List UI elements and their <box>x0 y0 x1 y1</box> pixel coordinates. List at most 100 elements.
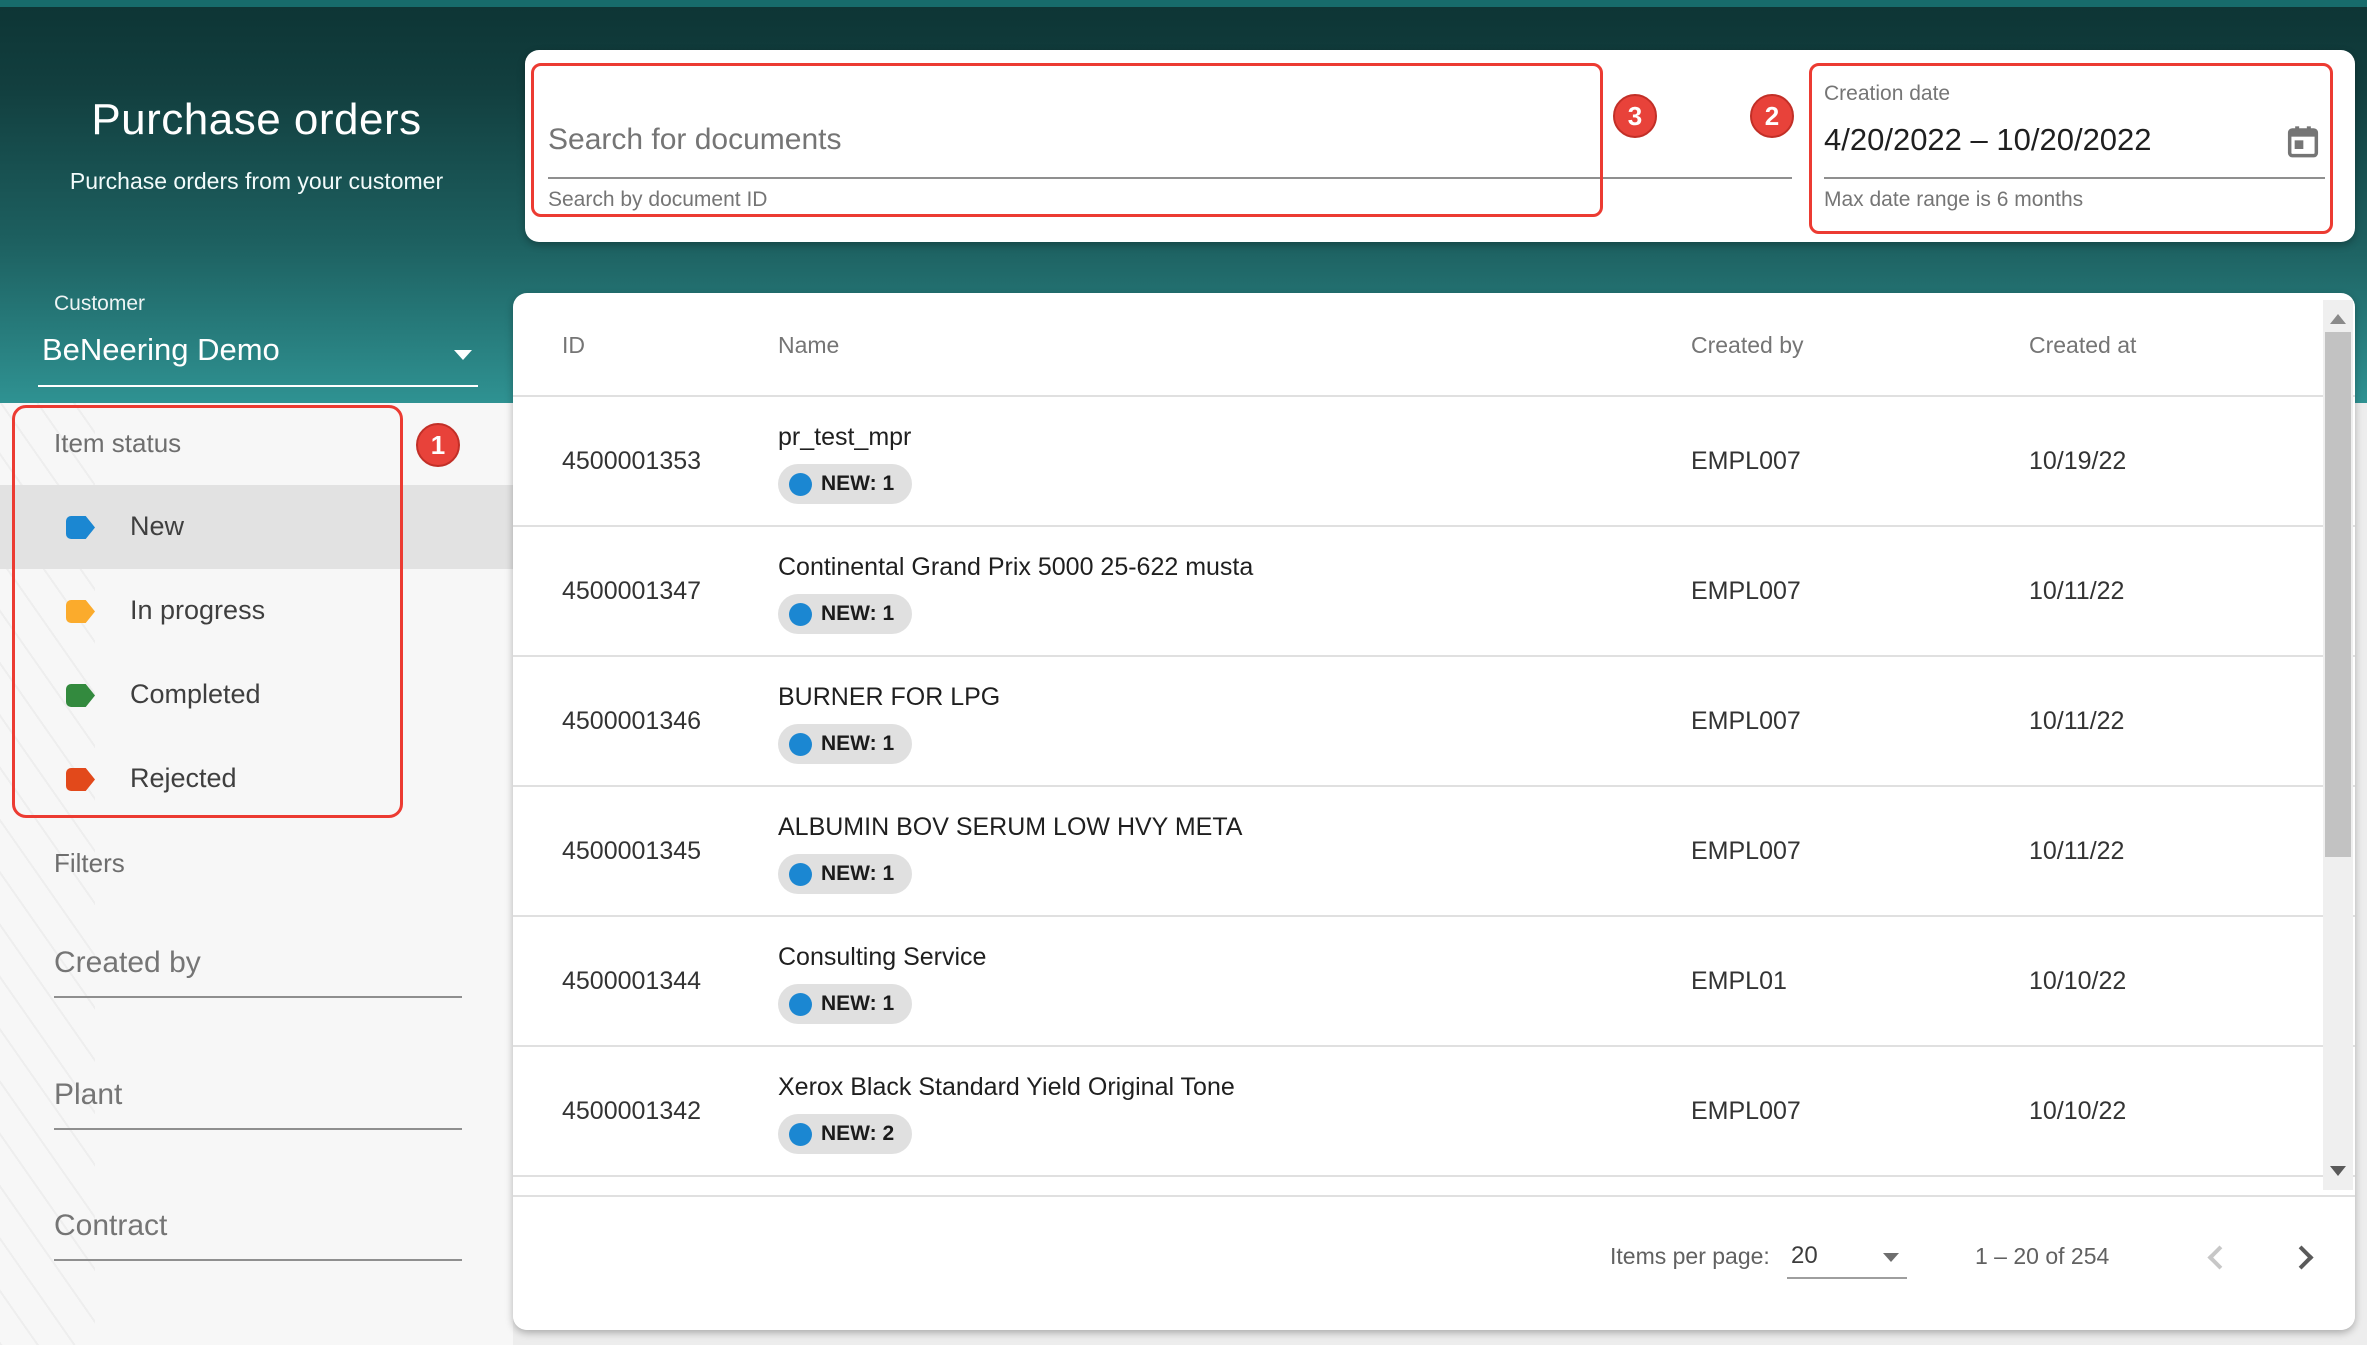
table-body: 4500001353 pr_test_mpr NEW: 1 EMPL007 10… <box>513 397 2355 1177</box>
status-item-label: Completed <box>130 679 261 710</box>
new-status-dot-icon <box>789 733 812 756</box>
items-per-page-label: Items per page: <box>1610 1243 1770 1270</box>
search-toolbar-card: Search for documents Search by document … <box>525 50 2355 242</box>
status-item-label: In progress <box>130 595 265 626</box>
scrollbar-thumb[interactable] <box>2325 332 2351 857</box>
column-header-name: Name <box>778 332 839 359</box>
table-row[interactable]: 4500001347 Continental Grand Prix 5000 2… <box>513 527 2355 657</box>
row-name-cell: ALBUMIN BOV SERUM LOW HVY META NEW: 1 <box>778 813 1242 894</box>
row-created-at: 10/11/22 <box>2029 577 2124 606</box>
status-item-rejected[interactable]: Rejected <box>0 737 513 821</box>
row-created-by: EMPL007 <box>1691 577 1801 606</box>
creation-date-hint: Max date range is 6 months <box>1824 188 2083 212</box>
row-name-cell: pr_test_mpr NEW: 1 <box>778 423 912 504</box>
table-row[interactable]: 4500001346 BURNER FOR LPG NEW: 1 EMPL007… <box>513 657 2355 787</box>
row-name: BURNER FOR LPG <box>778 683 1000 712</box>
table-row[interactable]: 4500001345 ALBUMIN BOV SERUM LOW HVY MET… <box>513 787 2355 917</box>
new-status-dot-icon <box>789 1123 812 1146</box>
row-id: 4500001345 <box>562 837 701 866</box>
table-footer: Items per page: 20 1 – 20 of 254 <box>513 1195 2355 1330</box>
row-created-by: EMPL007 <box>1691 1097 1801 1126</box>
row-created-at: 10/19/22 <box>2029 447 2126 476</box>
plant-filter-input[interactable]: Plant <box>54 1078 462 1130</box>
pagination-range: 1 – 20 of 254 <box>1975 1243 2109 1270</box>
badge-label: NEW: 1 <box>821 862 894 886</box>
vertical-scrollbar[interactable] <box>2323 300 2353 1190</box>
calendar-icon[interactable] <box>2283 122 2323 162</box>
tag-icon <box>66 600 95 623</box>
search-hint: Search by document ID <box>548 188 767 212</box>
row-name: Consulting Service <box>778 943 986 972</box>
status-badge: NEW: 2 <box>778 1114 912 1154</box>
row-id: 4500001344 <box>562 967 701 996</box>
row-created-by: EMPL007 <box>1691 707 1801 736</box>
table-row[interactable]: 4500001342 Xerox Black Standard Yield Or… <box>513 1047 2355 1177</box>
column-header-created-by: Created by <box>1691 332 1804 359</box>
row-created-by: EMPL007 <box>1691 447 1801 476</box>
plant-filter-label: Plant <box>54 1078 122 1112</box>
items-per-page-value: 20 <box>1791 1242 1818 1270</box>
row-name: pr_test_mpr <box>778 423 912 452</box>
items-per-page-select[interactable]: 20 <box>1787 1237 1907 1279</box>
row-name: Xerox Black Standard Yield Original Tone <box>778 1073 1235 1102</box>
row-created-at: 10/10/22 <box>2029 1097 2126 1126</box>
status-item-completed[interactable]: Completed <box>0 653 513 737</box>
row-name-cell: Xerox Black Standard Yield Original Tone… <box>778 1073 1235 1154</box>
status-item-in-progress[interactable]: In progress <box>0 569 513 653</box>
status-item-new[interactable]: New <box>0 485 513 569</box>
input-underline <box>548 177 1792 179</box>
customer-select[interactable]: BeNeering Demo <box>38 322 478 385</box>
column-header-id: ID <box>562 332 585 359</box>
row-created-by: EMPL007 <box>1691 837 1801 866</box>
badge-label: NEW: 1 <box>821 472 894 496</box>
contract-filter-input[interactable]: Contract <box>54 1209 462 1261</box>
filters-heading: Filters <box>54 848 125 879</box>
table-row[interactable]: 4500001344 Consulting Service NEW: 1 EMP… <box>513 917 2355 1047</box>
input-underline <box>1824 177 2325 179</box>
new-status-dot-icon <box>789 993 812 1016</box>
row-name-cell: Consulting Service NEW: 1 <box>778 943 986 1024</box>
purchase-orders-page: Purchase orders Purchase orders from you… <box>0 0 2367 1345</box>
new-status-dot-icon <box>789 863 812 886</box>
status-badge: NEW: 1 <box>778 724 912 764</box>
scroll-up-icon[interactable] <box>2330 314 2346 324</box>
status-badge: NEW: 1 <box>778 854 912 894</box>
customer-select-underline <box>38 385 478 387</box>
row-id: 4500001347 <box>562 577 701 606</box>
item-status-list: New In progress Completed Rejected <box>0 485 513 821</box>
badge-label: NEW: 1 <box>821 732 894 756</box>
new-status-dot-icon <box>789 473 812 496</box>
table-row[interactable]: 4500001353 pr_test_mpr NEW: 1 EMPL007 10… <box>513 397 2355 527</box>
created-by-filter-label: Created by <box>54 946 201 980</box>
badge-label: NEW: 2 <box>821 1122 894 1146</box>
input-underline <box>54 1259 462 1261</box>
contract-filter-label: Contract <box>54 1209 167 1243</box>
status-badge: NEW: 1 <box>778 594 912 634</box>
input-underline <box>54 996 462 998</box>
row-name-cell: BURNER FOR LPG NEW: 1 <box>778 683 1000 764</box>
input-underline <box>54 1128 462 1130</box>
chevron-down-icon <box>1883 1253 1899 1262</box>
previous-page-button[interactable] <box>2207 1245 2231 1269</box>
customer-value: BeNeering Demo <box>42 332 280 368</box>
purchase-orders-table-card: ID Name Created by Created at 4500001353… <box>513 293 2355 1330</box>
tag-icon <box>66 516 95 539</box>
tag-icon <box>66 768 95 791</box>
table-header: ID Name Created by Created at <box>513 293 2355 397</box>
new-status-dot-icon <box>789 603 812 626</box>
scroll-down-icon[interactable] <box>2330 1166 2346 1176</box>
row-id: 4500001342 <box>562 1097 701 1126</box>
created-by-filter-input[interactable]: Created by <box>54 946 462 998</box>
chevron-down-icon <box>454 350 472 360</box>
status-badge: NEW: 1 <box>778 984 912 1024</box>
page-title: Purchase orders <box>0 95 513 145</box>
search-placeholder: Search for documents <box>548 123 841 157</box>
status-item-label: Rejected <box>130 763 237 794</box>
row-name: Continental Grand Prix 5000 25-622 musta <box>778 553 1253 582</box>
item-status-heading: Item status <box>54 428 181 459</box>
row-created-at: 10/11/22 <box>2029 707 2124 736</box>
next-page-button[interactable] <box>2289 1245 2313 1269</box>
row-id: 4500001353 <box>562 447 701 476</box>
row-name-cell: Continental Grand Prix 5000 25-622 musta… <box>778 553 1253 634</box>
status-badge: NEW: 1 <box>778 464 912 504</box>
